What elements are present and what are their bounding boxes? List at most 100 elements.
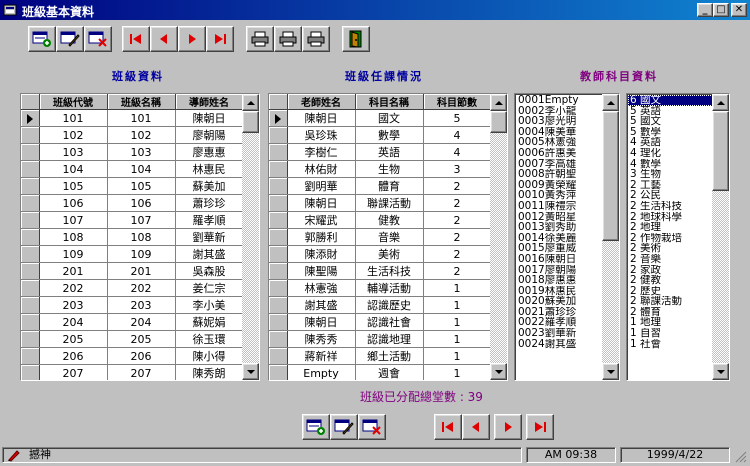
subject-listbox[interactable]: 6 國文 5 英語 5 國文 5 數學 4 英語 4 理化 4 數學 3 生物 2 工藝 2 公民… [626,93,730,381]
row-indicator[interactable] [21,245,40,263]
table-cell[interactable]: 音樂 [355,228,424,246]
row-indicator[interactable] [21,262,40,280]
list-item[interactable]: 0021蕭珍珍 [516,307,603,318]
table-row[interactable]: 206 206 陳小得 [21,347,244,365]
bottom-add-button[interactable] [302,414,330,440]
table-cell[interactable]: 2 [423,194,492,212]
row-indicator[interactable] [269,143,288,161]
table-cell[interactable]: 蕭珍珍 [175,194,244,212]
table-cell[interactable]: 宋耀武 [287,211,356,229]
table-row[interactable]: 203 203 李小美 [21,296,244,314]
table-cell[interactable]: 陳小得 [175,347,244,365]
table-cell[interactable]: 劉明華 [287,177,356,195]
bottom-edit-button[interactable] [330,414,358,440]
table-cell[interactable]: 108 [107,228,176,246]
table-cell[interactable]: 謝其盛 [175,245,244,263]
table-cell[interactable]: 1 [423,364,492,380]
row-indicator[interactable] [21,211,40,229]
list-item[interactable]: 2 聯課活動 [628,296,713,307]
table-cell[interactable]: 1 [423,330,492,348]
bottom-first-button[interactable] [434,414,462,440]
table-row[interactable]: 202 202 姜仁宗 [21,279,244,297]
table-cell[interactable]: 蔣新祥 [287,347,356,365]
subject-list-scrollbar[interactable] [712,94,729,380]
table-row[interactable]: 陳秀秀 認識地理 1 [269,330,492,348]
table-cell[interactable]: 107 [107,211,176,229]
table-cell[interactable]: 陳朝日 [287,313,356,331]
row-indicator[interactable] [21,160,40,178]
list-item[interactable]: 2 體育 [628,307,713,318]
table-cell[interactable]: 林憲強 [287,279,356,297]
row-indicator[interactable] [21,194,40,212]
table-row[interactable]: 李樹仁 英語 4 [269,143,492,161]
row-indicator[interactable] [21,228,40,246]
table-cell[interactable]: 英語 [355,143,424,161]
table-cell[interactable]: 數學 [355,126,424,144]
row-indicator[interactable] [269,262,288,280]
row-indicator[interactable] [21,279,40,297]
table-cell[interactable]: 鄉土活動 [355,347,424,365]
table-cell[interactable]: 週會 [355,364,424,380]
table-cell[interactable]: 生活科技 [355,262,424,280]
scroll-thumb[interactable] [712,111,729,191]
table-row[interactable]: 林憲強 輔導活動 1 [269,279,492,297]
table-cell[interactable]: 4 [423,143,492,161]
table-cell[interactable]: 102 [39,126,108,144]
table-cell[interactable]: 205 [39,330,108,348]
table-cell[interactable]: 陳聖陽 [287,262,356,280]
table-cell[interactable]: 1 [423,313,492,331]
table-cell[interactable]: 101 [107,109,176,127]
table-row[interactable]: 吳珍珠 數學 4 [269,126,492,144]
table-row[interactable]: 109 109 謝其盛 [21,245,244,263]
table-row[interactable]: 201 201 吳森股 [21,262,244,280]
scroll-down-button[interactable] [490,363,507,380]
table-cell[interactable]: 徐玉環 [175,330,244,348]
col-header-homeroom-teacher[interactable]: 導師姓名 [175,94,244,110]
scroll-up-button[interactable] [242,94,259,111]
list-item[interactable]: 2 生活科技 [628,201,713,212]
list-item[interactable]: 0005林憲強 [516,137,603,148]
list-item[interactable]: 0006許惠美 [516,148,603,159]
table-row[interactable]: 204 204 蘇妮娟 [21,313,244,331]
scroll-down-button[interactable] [602,363,619,380]
table-cell[interactable]: 102 [107,126,176,144]
assignment-grid-scrollbar[interactable] [490,94,507,380]
table-cell[interactable]: 201 [107,262,176,280]
col-header-teacher-name[interactable]: 老師姓名 [287,94,356,110]
table-cell[interactable]: 李小美 [175,296,244,314]
row-indicator[interactable] [21,177,40,195]
list-item[interactable]: 1 地理 [628,317,713,328]
row-indicator[interactable] [269,177,288,195]
table-row[interactable]: 108 108 劉華新 [21,228,244,246]
list-item[interactable]: 3 生物 [628,169,713,180]
table-cell[interactable]: 101 [39,109,108,127]
table-cell[interactable]: 廖朝陽 [175,126,244,144]
table-cell[interactable]: 羅孝順 [175,211,244,229]
row-indicator[interactable] [269,245,288,263]
table-cell[interactable]: 吳珍珠 [287,126,356,144]
table-cell[interactable]: 204 [39,313,108,331]
table-cell[interactable]: 體育 [355,177,424,195]
col-header-subject-periods[interactable]: 科目節數 [423,94,492,110]
list-item[interactable]: 0013劉秀助 [516,222,603,233]
bottom-prev-button[interactable] [462,414,490,440]
list-item[interactable]: 4 理化 [628,148,713,159]
table-cell[interactable]: 陳朝日 [287,109,356,127]
scroll-down-button[interactable] [712,363,729,380]
list-item[interactable]: 2 地理 [628,222,713,233]
table-cell[interactable]: 陳秀朗 [175,364,244,380]
table-cell[interactable]: 李樹仁 [287,143,356,161]
table-cell[interactable]: 生物 [355,160,424,178]
table-cell[interactable]: 2 [423,228,492,246]
print-button-1[interactable] [246,26,274,52]
table-row[interactable]: 105 105 蘇美加 [21,177,244,195]
table-cell[interactable]: 姜仁宗 [175,279,244,297]
table-cell[interactable]: 205 [107,330,176,348]
list-item[interactable]: 0002李小龍 [516,106,603,117]
row-indicator[interactable] [269,211,288,229]
exit-button[interactable] [342,26,370,52]
table-cell[interactable]: 1 [423,296,492,314]
table-cell[interactable]: 106 [39,194,108,212]
list-item[interactable]: 2 健教 [628,275,713,286]
list-item[interactable]: 0010黃秀萍 [516,190,603,201]
